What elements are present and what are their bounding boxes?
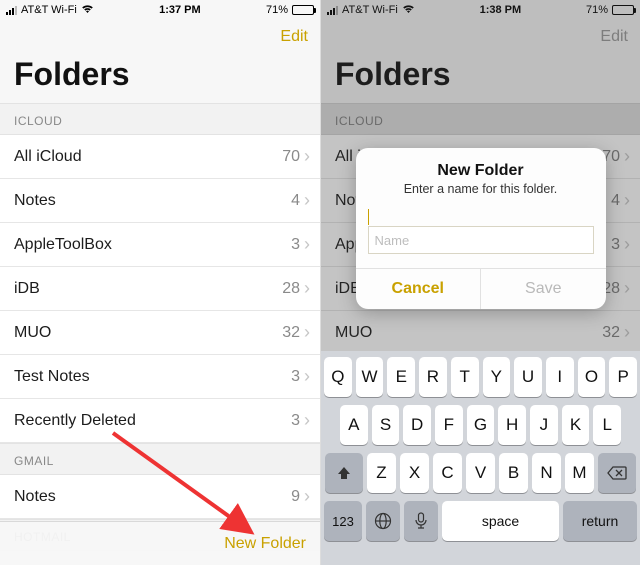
- chevron-right-icon: ›: [304, 190, 310, 211]
- clock: 1:37 PM: [159, 4, 201, 16]
- folder-name-input[interactable]: [368, 226, 594, 254]
- new-folder-button[interactable]: New Folder: [224, 535, 306, 553]
- page-title: Folders: [0, 54, 320, 103]
- folder-row[interactable]: Test Notes3›: [0, 355, 320, 399]
- folder-row[interactable]: AppleToolBox3›: [0, 223, 320, 267]
- status-bar: AT&T Wi-Fi 1:37 PM 71%: [0, 0, 320, 20]
- battery-icon: [292, 5, 314, 15]
- section-header-icloud: ICLOUD: [0, 103, 320, 135]
- wifi-icon: [81, 3, 94, 17]
- keyboard-key[interactable]: H: [498, 405, 526, 445]
- new-folder-alert: New Folder Enter a name for this folder.…: [356, 148, 606, 309]
- section-header-gmail: GMAIL: [0, 443, 320, 475]
- keyboard-key[interactable]: G: [467, 405, 495, 445]
- carrier-label: AT&T Wi-Fi: [21, 4, 77, 16]
- keyboard-key[interactable]: E: [387, 357, 415, 397]
- keyboard-key[interactable]: A: [340, 405, 368, 445]
- alert-title: New Folder: [356, 148, 606, 182]
- keyboard-key[interactable]: Z: [367, 453, 396, 493]
- folder-row[interactable]: Notes4›: [0, 179, 320, 223]
- signal-icon: [6, 6, 17, 15]
- keyboard-key[interactable]: X: [400, 453, 429, 493]
- keyboard-numbers-key[interactable]: 123: [324, 501, 362, 541]
- ios-keyboard: QWERTYUIOP ASDFGHJKL ZXCVBNM 123 space r…: [321, 351, 640, 565]
- keyboard-key[interactable]: O: [578, 357, 606, 397]
- nav-bar: Edit: [0, 20, 320, 54]
- folder-row[interactable]: MUO32›: [0, 311, 320, 355]
- chevron-right-icon: ›: [304, 278, 310, 299]
- globe-icon[interactable]: [366, 501, 400, 541]
- chevron-right-icon: ›: [304, 366, 310, 387]
- backspace-icon[interactable]: [598, 453, 636, 493]
- alert-message: Enter a name for this folder.: [356, 182, 606, 208]
- mic-icon[interactable]: [404, 501, 438, 541]
- keyboard-key[interactable]: M: [565, 453, 594, 493]
- folder-row[interactable]: All iCloud70›: [0, 135, 320, 179]
- keyboard-key[interactable]: N: [532, 453, 561, 493]
- chevron-right-icon: ›: [304, 146, 310, 167]
- chevron-right-icon: ›: [304, 410, 310, 431]
- keyboard-key[interactable]: S: [372, 405, 400, 445]
- keyboard-return-key[interactable]: return: [563, 501, 637, 541]
- folder-row[interactable]: Recently Deleted3›: [0, 399, 320, 443]
- screenshot-right: AT&T Wi-Fi 1:38 PM 71% Edit Folders ICLO…: [320, 0, 640, 565]
- chevron-right-icon: ›: [304, 486, 310, 507]
- chevron-right-icon: ›: [304, 322, 310, 343]
- keyboard-key[interactable]: U: [514, 357, 542, 397]
- folder-row[interactable]: Notes9›: [0, 475, 320, 519]
- keyboard-key[interactable]: L: [593, 405, 621, 445]
- folder-row[interactable]: iDB28›: [0, 267, 320, 311]
- bottom-toolbar: New Folder: [0, 521, 320, 565]
- keyboard-key[interactable]: T: [451, 357, 479, 397]
- keyboard-key[interactable]: J: [530, 405, 558, 445]
- keyboard-key[interactable]: R: [419, 357, 447, 397]
- keyboard-key[interactable]: D: [403, 405, 431, 445]
- keyboard-space-key[interactable]: space: [442, 501, 559, 541]
- shift-icon[interactable]: [325, 453, 363, 493]
- keyboard-key[interactable]: C: [433, 453, 462, 493]
- cancel-button[interactable]: Cancel: [356, 269, 482, 309]
- keyboard-key[interactable]: P: [609, 357, 637, 397]
- keyboard-key[interactable]: V: [466, 453, 495, 493]
- keyboard-key[interactable]: Y: [483, 357, 511, 397]
- keyboard-key[interactable]: I: [546, 357, 574, 397]
- save-button[interactable]: Save: [481, 269, 606, 309]
- keyboard-key[interactable]: B: [499, 453, 528, 493]
- screenshot-left: AT&T Wi-Fi 1:37 PM 71% Edit Folders ICLO…: [0, 0, 320, 565]
- battery-percent: 71%: [266, 4, 288, 16]
- keyboard-key[interactable]: W: [356, 357, 384, 397]
- keyboard-key[interactable]: F: [435, 405, 463, 445]
- keyboard-key[interactable]: Q: [324, 357, 352, 397]
- edit-button[interactable]: Edit: [280, 28, 308, 46]
- keyboard-key[interactable]: K: [562, 405, 590, 445]
- chevron-right-icon: ›: [304, 234, 310, 255]
